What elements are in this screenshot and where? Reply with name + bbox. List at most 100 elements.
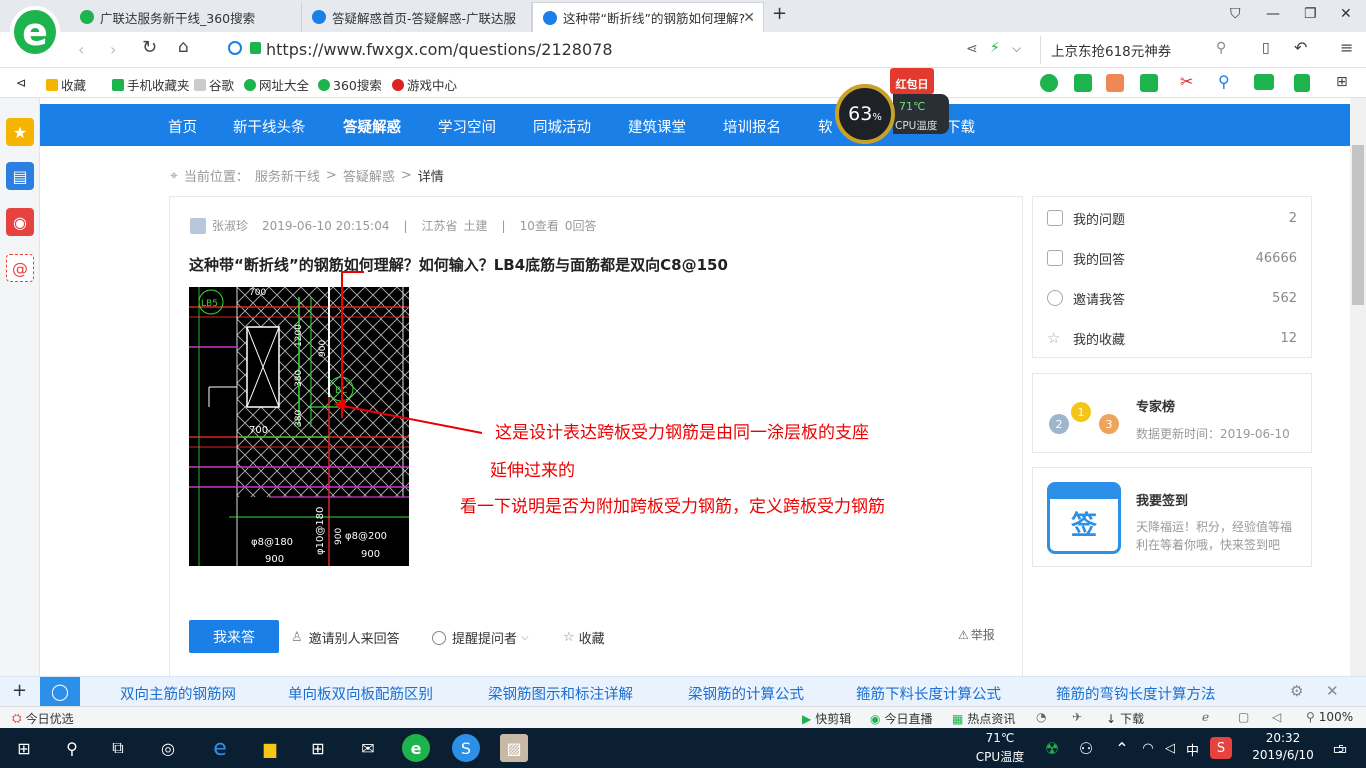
nav-training[interactable]: 培训报名 [723,116,781,137]
invite-button[interactable]: ♙ 邀请别人来回答 [291,628,400,647]
tab-360-search[interactable]: 广联达服务新干线_360搜索 [70,2,302,32]
breadcrumb-item[interactable]: 答疑解惑 [343,166,395,185]
ime-indicator[interactable]: 中 [1186,740,1199,759]
browser-360-icon[interactable]: e [402,734,430,762]
nav-download[interactable]: 下载 [946,116,975,137]
bookmark-favorites[interactable]: 收藏 [46,75,86,94]
edge-alt-icon[interactable]: ◎ [154,734,182,762]
gamepad-icon[interactable] [1254,74,1274,90]
undo-icon[interactable]: ↶ [1294,38,1307,57]
people-icon[interactable]: ⚇ [1072,734,1100,762]
nav-headlines[interactable]: 新干线头条 [233,116,306,137]
taskbar-time[interactable]: 20:32 [1252,731,1314,745]
menu-icon[interactable]: ≡ [1340,38,1353,57]
email-icon[interactable]: @ [6,254,34,282]
speed-icon[interactable]: ◔ [1036,710,1046,724]
my-questions[interactable]: 我的问题 2 [1047,207,1297,229]
lightning-icon[interactable]: ⚡ [990,40,1000,56]
speaker-icon[interactable]: ◁ [1156,734,1184,762]
tab-question[interactable]: 这种带“断折线”的钢筋如何理解? ✕ [532,2,764,32]
ie-icon[interactable]: ℯ [1202,710,1209,724]
window-icon[interactable]: ▢ [1238,710,1249,724]
bookmark-mobile[interactable]: 手机收藏夹 [112,75,190,94]
nav-software[interactable]: 软 [818,116,833,137]
status-live[interactable]: ◉ 今日直播 [870,710,933,727]
volume-icon[interactable]: ◁ [1272,710,1281,724]
expert-panel[interactable]: 1 2 3 专家榜 数据更新时间：2019-06-10 [1032,373,1312,453]
chevron-down-icon[interactable]: ⌵ [1012,41,1021,56]
maximize-icon[interactable]: ❐ [1304,6,1317,22]
related-link[interactable]: 单向板双向板配筋区别 [288,683,433,704]
minimize-icon[interactable]: — [1266,6,1280,22]
mail-icon[interactable]: ✉ [354,734,382,762]
nav-home[interactable]: 首页 [168,116,197,137]
nav-local-events[interactable]: 同城活动 [533,116,591,137]
bookmark-url-directory[interactable]: 网址大全 [244,75,309,94]
breadcrumb-item[interactable]: 服务新干线 [255,166,320,185]
assistant-icon[interactable] [1040,74,1058,92]
status-download[interactable]: ↓ 下载 [1106,710,1144,727]
photo-app-icon[interactable]: ▨ [500,734,528,762]
url-text[interactable]: https://www.fwxgx.com/questions/2128078 [266,40,613,59]
bookmark-game-center[interactable]: 游戏中心 [392,75,457,94]
taskbar-date[interactable]: 2019/6/10 [1246,748,1320,762]
close-window-icon[interactable]: ✕ [1340,6,1352,22]
edge-icon[interactable]: e [206,734,234,762]
author-name[interactable]: 张淑珍 [212,217,248,234]
home-icon[interactable]: ⌂ [178,37,189,57]
my-favorites[interactable]: ☆ 我的收藏 12 [1047,327,1297,349]
site-info-icon[interactable] [228,41,242,55]
scrollbar-thumb[interactable] [1352,145,1364,305]
radiation-icon[interactable]: ☢ [1038,734,1066,762]
bookmark-360-search[interactable]: 360搜索 [318,75,382,94]
nav-qa[interactable]: 答疑解惑 [343,116,401,137]
search-icon[interactable]: ⚲ [58,734,86,762]
news-icon[interactable]: ▤ [6,162,34,190]
report-button[interactable]: ⚠ 举报 [958,626,995,643]
book-icon[interactable] [1074,74,1092,92]
magnifier-icon[interactable]: ⚲ [1218,72,1230,91]
sogou-ime-icon[interactable]: S [1210,737,1232,759]
task-view-icon[interactable]: ⧉ [104,734,132,762]
weibo-icon[interactable]: ◉ [6,208,34,236]
related-link[interactable]: 梁钢筋的计算公式 [688,683,804,704]
search-360-icon[interactable]: ◯ [40,677,80,706]
status-quick-edit[interactable]: ▶ 快剪辑 [802,710,851,727]
search-input[interactable]: 上京东抢618元神券 [1040,36,1240,64]
my-answers[interactable]: 我的回答 46666 [1047,247,1297,269]
favorites-star-icon[interactable]: ★ [6,118,34,146]
favorite-button[interactable]: ☆ 收藏 [563,628,605,647]
zoom-level[interactable]: ⚲ 100% [1306,710,1353,724]
file-explorer-icon[interactable]: ▆ [256,734,284,762]
nav-classroom[interactable]: 建筑课堂 [628,116,686,137]
refresh-icon[interactable]: ↻ [142,37,157,58]
avatar[interactable] [190,217,206,234]
checkin-panel[interactable]: 签 我要签到 天降福运！积分，经验值等福利在等着你哦，快来签到吧 [1032,467,1312,567]
new-tab-button[interactable]: + [772,3,787,24]
tab-qa-home[interactable]: 答疑解惑首页-答疑解惑-广联达服 [302,2,532,32]
search-icon[interactable]: ⚲ [1216,40,1226,56]
share-icon[interactable]: ⋖ [966,41,978,57]
invited-to-answer[interactable]: 邀请我答 562 [1047,287,1297,309]
translate-icon[interactable] [1140,74,1158,92]
mobile-icon[interactable]: ▯ [1262,40,1270,56]
shirt-icon[interactable]: ⛉ [1230,6,1241,22]
settings-gear-icon[interactable]: ⚙ [1290,682,1303,700]
tv-icon[interactable] [1106,74,1124,92]
related-link[interactable]: 箍筋的弯钩长度计算方法 [1056,683,1216,704]
related-link[interactable]: 双向主筋的钢筋网 [120,683,236,704]
chevron-up-icon[interactable]: ⌃ [1108,734,1136,762]
grid-icon[interactable]: ⊞ [1336,74,1348,90]
add-icon[interactable]: + [12,680,27,701]
shield-icon[interactable] [1294,74,1310,92]
close-icon[interactable]: ✕ [1326,682,1339,700]
status-hot-news[interactable]: ▦ 热点资讯 [952,710,1015,727]
bookmark-google[interactable]: 谷歌 [194,75,234,94]
scissors-icon[interactable]: ✂ [1180,72,1193,91]
red-packet-badge[interactable]: 红包日 [890,68,934,94]
windows-start-icon[interactable]: ⊞ [10,734,38,762]
back-icon[interactable]: ‹ [78,40,84,59]
sogou-icon[interactable]: S [452,734,480,762]
store-icon[interactable]: ⊞ [304,734,332,762]
close-tab-icon[interactable]: ✕ [743,10,755,26]
